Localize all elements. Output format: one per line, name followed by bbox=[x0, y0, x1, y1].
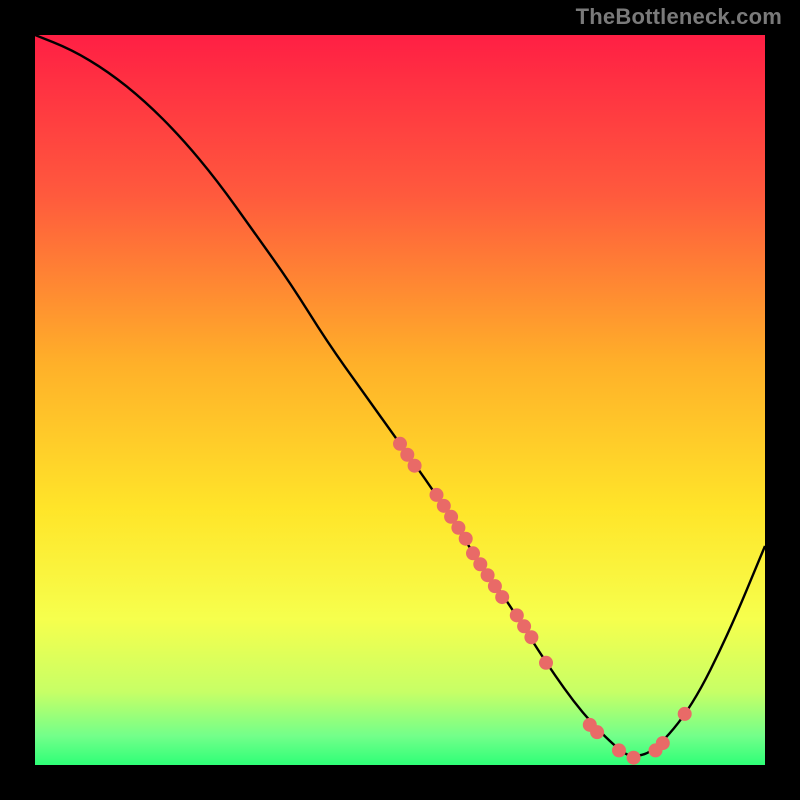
attribution-text: TheBottleneck.com bbox=[576, 4, 782, 30]
bottleneck-chart bbox=[35, 35, 765, 765]
plot-area bbox=[35, 35, 765, 765]
data-point bbox=[678, 707, 692, 721]
data-point bbox=[495, 590, 509, 604]
data-point bbox=[539, 656, 553, 670]
data-point bbox=[612, 743, 626, 757]
gradient-background bbox=[35, 35, 765, 765]
data-point bbox=[524, 630, 538, 644]
data-point bbox=[408, 459, 422, 473]
data-point bbox=[656, 736, 670, 750]
data-point bbox=[590, 725, 604, 739]
data-point bbox=[459, 532, 473, 546]
data-point bbox=[627, 751, 641, 765]
chart-container: TheBottleneck.com bbox=[0, 0, 800, 800]
